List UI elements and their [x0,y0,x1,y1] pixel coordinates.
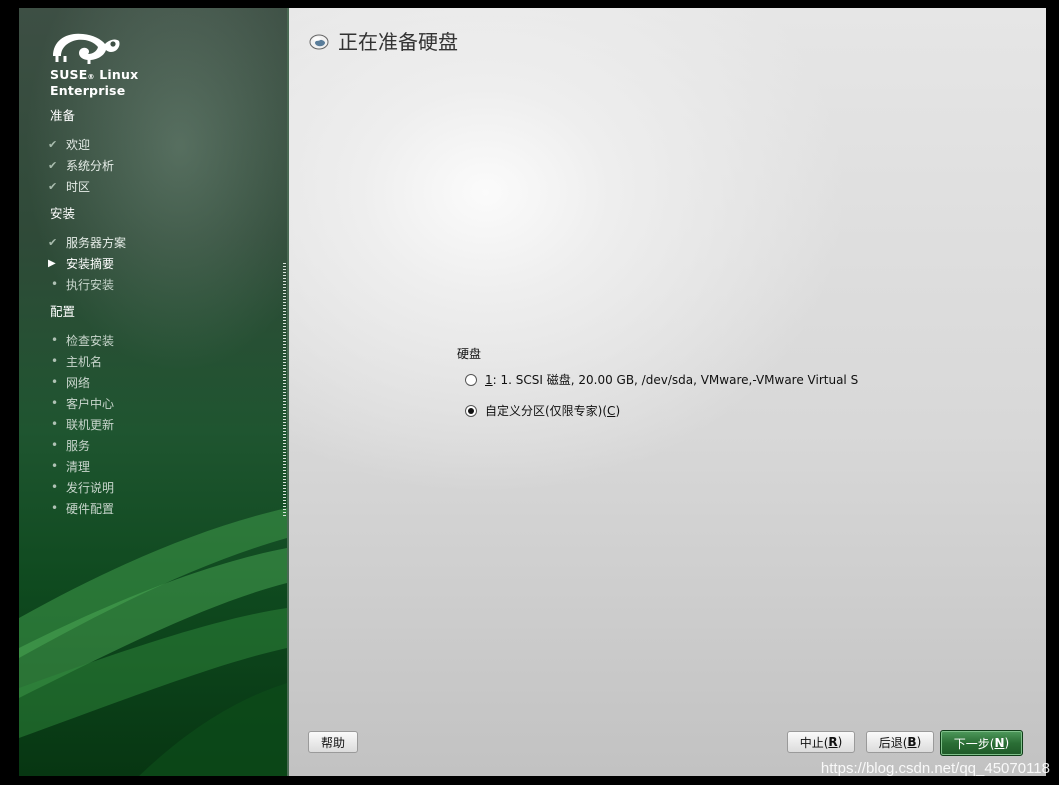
back-label: 后退( [878,735,908,750]
page-title: 正在准备硬盘 [309,26,458,55]
bullet-icon: • [51,333,59,347]
next-label: 下一步( [953,736,995,751]
step-hardware-config: • 硬件配置 [48,499,114,517]
hard-disk-group-label: 硬盘 [457,347,482,361]
step-label: 客户中心 [66,396,115,411]
bullet-icon: • [51,277,59,291]
step-cleanup: • 清理 [48,457,90,475]
watermark-text: https://blog.csdn.net/qq_45070118 [820,760,1050,777]
shortcut-key: R [828,735,838,749]
shortcut-key: B [907,735,917,749]
bullet-icon: • [51,459,59,473]
step-label: 检查安装 [66,333,115,348]
step-system-analysis: ✔ 系统分析 [48,156,114,174]
shortcut-key: 1 [485,373,493,387]
bullet-icon: • [51,417,59,431]
triangle-right-icon: ▶ [48,257,56,269]
custom-partition-suffix: ) [615,404,621,418]
custom-partition-option[interactable]: 自定义分区(仅限专家)(C) [465,402,620,419]
step-online-update: • 联机更新 [48,415,114,433]
custom-partition-label: 自定义分区(仅限专家)(C) [485,402,620,419]
radio-button-selected[interactable] [465,404,477,417]
check-icon: ✔ [48,137,58,151]
bullet-icon: • [51,480,59,494]
step-check-install: • 检查安装 [48,331,114,349]
step-label: 联机更新 [66,417,115,432]
step-label: 执行安装 [66,277,115,292]
bullet-icon: • [51,396,59,410]
bullet-icon: • [51,375,59,389]
step-label: 硬件配置 [66,501,115,516]
step-label: 安装摘要 [66,256,115,271]
step-server-scenario: ✔ 服务器方案 [48,233,126,251]
help-button[interactable]: 帮助 [308,731,358,753]
bullet-icon: • [51,354,59,368]
step-label: 主机名 [66,354,103,369]
back-button[interactable]: 后退(B) [866,731,934,753]
step-welcome: ✔ 欢迎 [48,135,90,153]
brand-text: SUSE® Linux Enterprise [50,67,139,98]
brand-suse: SUSE [50,67,88,82]
disk-icon [309,34,329,49]
step-hostname: • 主机名 [48,352,102,370]
custom-partition-text: 自定义分区(仅限专家)( [485,404,608,418]
bullet-icon: • [51,501,59,515]
section-title-prepare: 准备 [50,108,76,123]
check-icon: ✔ [48,235,58,249]
radio-button[interactable] [465,373,477,386]
step-label: 服务器方案 [66,235,127,250]
step-customer-center: • 客户中心 [48,394,114,412]
page-title-text: 正在准备硬盘 [338,30,458,54]
step-label: 网络 [66,375,91,390]
check-icon: ✔ [48,158,58,172]
installer-window: SUSE® Linux Enterprise 准备 ✔ 欢迎 ✔ 系统分析 ✔ 时区 … [19,8,1046,776]
main-panel: 正在准备硬盘 硬盘 1: 1. SCSI 磁盘, 20.00 GB, /dev/… [289,8,1046,776]
step-label: 欢迎 [66,137,91,152]
step-network: • 网络 [48,373,90,391]
sidebar-resize-handle[interactable] [283,263,286,518]
check-icon: ✔ [48,179,58,193]
back-suffix: ) [916,735,922,749]
bullet-icon: • [51,438,59,452]
step-install-summary: ▶ 安装摘要 [48,254,114,272]
brand-linux: Linux [99,67,139,82]
abort-button[interactable]: 中止(R) [787,731,855,753]
section-title-configure: 配置 [50,304,76,319]
section-title-install: 安装 [50,206,76,221]
abort-suffix: ) [837,735,843,749]
disk-option-label: 1: 1. SCSI 磁盘, 20.00 GB, /dev/sda, VMwar… [485,371,858,388]
step-label: 发行说明 [66,480,115,495]
step-services: • 服务 [48,436,90,454]
disk-option-text: : 1. SCSI 磁盘, 20.00 GB, /dev/sda, VMware… [492,373,859,387]
step-release-notes: • 发行说明 [48,478,114,496]
disk-option-sda[interactable]: 1: 1. SCSI 磁盘, 20.00 GB, /dev/sda, VMwar… [465,371,858,388]
step-label: 服务 [66,438,91,453]
next-button[interactable]: 下一步(N) [940,730,1023,756]
step-label: 时区 [66,179,91,194]
next-suffix: ) [1004,736,1010,750]
brand-enterprise: Enterprise [50,83,126,98]
step-label: 清理 [66,459,91,474]
sidebar: SUSE® Linux Enterprise 准备 ✔ 欢迎 ✔ 系统分析 ✔ 时区 … [19,8,287,776]
abort-label: 中止( [799,735,829,750]
step-timezone: ✔ 时区 [48,177,90,195]
shortcut-key: N [994,736,1005,750]
step-label: 系统分析 [66,158,115,173]
suse-chameleon-logo [53,33,120,64]
step-perform-install: • 执行安装 [48,275,114,293]
